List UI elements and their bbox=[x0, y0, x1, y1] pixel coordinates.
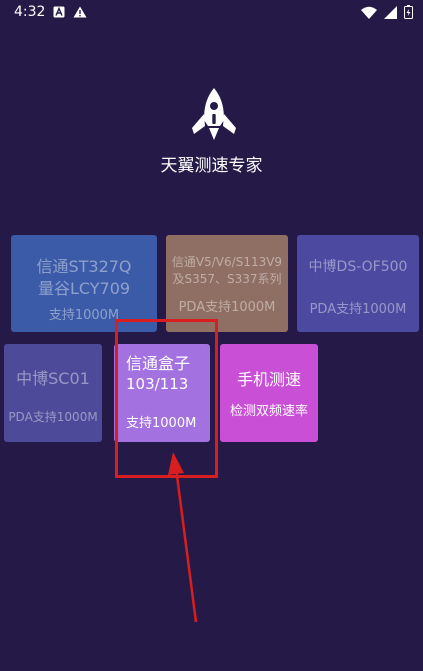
card-title-line2: 量谷LCY709 bbox=[37, 279, 131, 298]
card-title: 信通盒子 bbox=[126, 354, 191, 373]
card-title: 信通ST327Q bbox=[36, 257, 132, 276]
card-title: 中博SC01 bbox=[16, 369, 90, 388]
card-subtitle: 支持1000M bbox=[126, 416, 197, 431]
card-subtitle: PDA支持1000M bbox=[309, 302, 407, 317]
card-title-line2: 103/113 bbox=[126, 375, 189, 393]
card-title: 手机测速 bbox=[236, 370, 301, 389]
device-card-zhongbo-sc01[interactable]: 中博SC01 PDA支持1000M bbox=[4, 344, 102, 442]
device-card-xintong-box[interactable]: 信通盒子 103/113 支持1000M bbox=[114, 344, 210, 442]
signal-icon bbox=[384, 5, 397, 19]
status-bar: 4:32 bbox=[0, 0, 423, 24]
card-title: 中博DS-OF500 bbox=[308, 259, 408, 275]
card-subtitle: PDA支持1000M bbox=[8, 410, 98, 424]
card-subtitle: 支持1000M bbox=[48, 308, 120, 323]
device-card-xintong-st327q[interactable]: 信通ST327Q 量谷LCY709 支持1000M bbox=[11, 235, 157, 332]
card-subtitle: 检测双频速率 bbox=[229, 404, 308, 419]
status-time: 4:32 bbox=[14, 4, 46, 20]
card-title-line2: 及S357、S337系列 bbox=[172, 272, 282, 286]
device-card-zhongbo-ds-of500[interactable]: 中博DS-OF500 PDA支持1000M bbox=[297, 235, 419, 332]
device-card-xintong-v5-v6[interactable]: 信通V5/V6/S113V9 及S357、S337系列 PDA支持1000M bbox=[166, 235, 288, 332]
card-title: 信通V5/V6/S113V9 bbox=[171, 255, 283, 269]
wifi-icon bbox=[361, 6, 377, 19]
card-subtitle: PDA支持1000M bbox=[178, 300, 276, 315]
battery-icon bbox=[404, 5, 413, 19]
rocket-icon bbox=[186, 86, 242, 142]
notification-a-icon bbox=[53, 6, 65, 18]
device-card-phone-speedtest[interactable]: 手机测速 检测双频速率 bbox=[220, 344, 318, 442]
warning-icon bbox=[73, 6, 87, 18]
app-title: 天翼测速专家 bbox=[160, 156, 263, 176]
